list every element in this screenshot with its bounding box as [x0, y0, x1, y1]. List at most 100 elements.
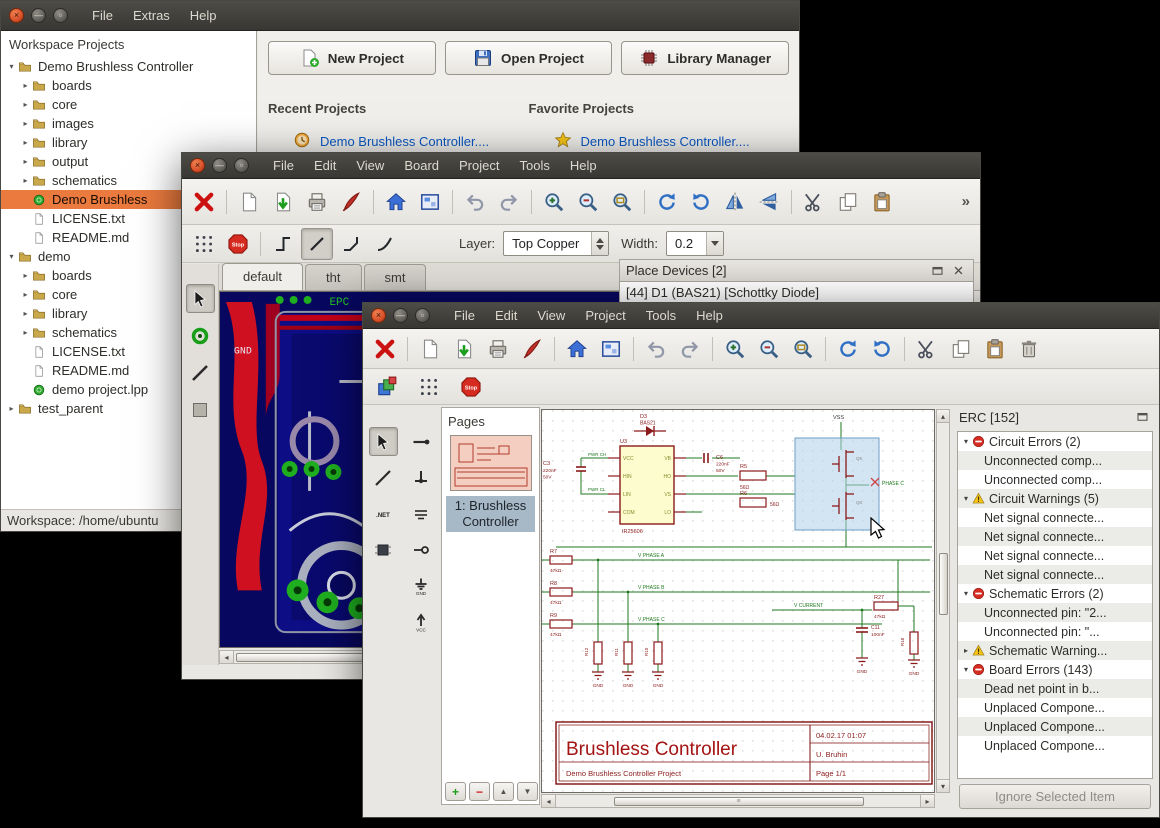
erc-message-row[interactable]: Net signal connecte...: [958, 527, 1152, 546]
erc-message-row[interactable]: Dead net point in b...: [958, 679, 1152, 698]
export-file-button[interactable]: [267, 186, 299, 218]
rotate-cw-button[interactable]: [866, 333, 898, 365]
grid-properties-button[interactable]: [188, 228, 220, 260]
erc-message-row[interactable]: ▾ Circuit Warnings (5): [958, 489, 1152, 508]
tree-expander[interactable]: ▾: [960, 665, 972, 674]
netclass-tool-button[interactable]: [407, 499, 436, 528]
flip-horizontal-button[interactable]: [719, 186, 751, 218]
maximize-window-button[interactable]: ▫: [53, 8, 68, 23]
erc-message-row[interactable]: ▾ Circuit Errors (2): [958, 432, 1152, 451]
new-file-button[interactable]: [233, 186, 265, 218]
schematic-canvas[interactable]: D3 BAS21 VSS U3 IR25606 VCC HIN LIN COM …: [541, 409, 935, 793]
tree-expander[interactable]: ▸: [19, 138, 32, 147]
netlabel-tool-button[interactable]: .NET: [369, 499, 398, 528]
delete-button[interactable]: [1013, 333, 1045, 365]
menu-file[interactable]: File: [82, 8, 123, 23]
redo-button[interactable]: [674, 333, 706, 365]
paste-button[interactable]: [979, 333, 1011, 365]
tree-expander[interactable]: ▸: [19, 81, 32, 90]
menu-edit[interactable]: Edit: [304, 158, 346, 173]
copy-button[interactable]: [945, 333, 977, 365]
stop-button[interactable]: Stop: [222, 228, 254, 260]
menu-edit[interactable]: Edit: [485, 308, 527, 323]
tree-expander[interactable]: ▸: [19, 271, 32, 280]
export-pdf-button[interactable]: [335, 186, 367, 218]
tree-expander[interactable]: ▸: [5, 404, 18, 413]
layer-combobox[interactable]: Top Copper: [503, 231, 610, 256]
close-window-button[interactable]: ×: [371, 308, 386, 323]
erc-message-row[interactable]: Unconnected comp...: [958, 470, 1152, 489]
board-editor-button[interactable]: [414, 186, 446, 218]
vcc-tool-button[interactable]: VCC: [407, 607, 436, 636]
layers-button[interactable]: [371, 371, 403, 403]
rotate-ccw-button[interactable]: [651, 186, 683, 218]
menu-extras[interactable]: Extras: [123, 8, 180, 23]
page-thumbnail[interactable]: [449, 435, 532, 491]
move-page-down-button[interactable]: ▼: [517, 782, 538, 801]
wire-tool-button[interactable]: [407, 427, 436, 456]
menu-board[interactable]: Board: [394, 158, 449, 173]
float-dock-icon[interactable]: [1135, 409, 1151, 425]
cut-button[interactable]: [911, 333, 943, 365]
plane-tool-button[interactable]: [186, 395, 215, 424]
library-manager-button[interactable]: Library Manager: [621, 41, 790, 75]
redo-button[interactable]: [493, 186, 525, 218]
ignore-selected-item-button[interactable]: Ignore Selected Item: [959, 784, 1151, 809]
tree-expander[interactable]: ▸: [19, 119, 32, 128]
menu-help[interactable]: Help: [560, 158, 607, 173]
close-window-button[interactable]: ×: [9, 8, 24, 23]
new-project-button[interactable]: New Project: [268, 41, 436, 75]
tab-tht[interactable]: tht: [305, 264, 362, 290]
tab-smt[interactable]: smt: [363, 264, 427, 290]
grid-properties-button[interactable]: [413, 371, 445, 403]
device-list-item[interactable]: [44] D1 (BAS21) [Schottky Diode]: [620, 282, 973, 303]
junction-tool-button[interactable]: [407, 463, 436, 492]
tree-item[interactable]: ▸ boards: [1, 76, 256, 95]
menu-tools[interactable]: Tools: [509, 158, 559, 173]
scrollbar-thumb[interactable]: ≡: [614, 796, 864, 806]
undo-button[interactable]: [459, 186, 491, 218]
gnd-tool-button[interactable]: GND: [407, 571, 436, 600]
flip-vertical-button[interactable]: [753, 186, 785, 218]
scroll-left-arrow[interactable]: ◂: [542, 795, 556, 807]
recent-project-item[interactable]: Demo Brushless Controller....: [268, 131, 529, 152]
wire-mode-diagonal-button[interactable]: [301, 227, 333, 260]
width-combobox-arrow[interactable]: [705, 232, 723, 255]
favorite-project-item[interactable]: Demo Brushless Controller....: [529, 131, 790, 152]
mosfet-selection[interactable]: Q5 Q6: [794, 437, 880, 531]
tree-expander[interactable]: ▸: [19, 176, 32, 185]
erc-message-row[interactable]: Net signal connecte...: [958, 508, 1152, 527]
trace-tool-button[interactable]: [186, 358, 215, 387]
select-tool-button[interactable]: [368, 427, 398, 456]
wire-mode-bend-button[interactable]: [335, 228, 367, 260]
zoom-out-button[interactable]: [572, 186, 604, 218]
copy-button[interactable]: [832, 186, 864, 218]
maximize-window-button[interactable]: ▫: [234, 158, 249, 173]
erc-message-row[interactable]: Unconnected comp...: [958, 451, 1152, 470]
page-list-item-selected[interactable]: 1: Brushless Controller: [446, 496, 535, 532]
erc-message-row[interactable]: ▾ Board Errors (143): [958, 660, 1152, 679]
board-editor-button[interactable]: [595, 333, 627, 365]
tree-expander[interactable]: ▾: [960, 494, 972, 503]
tree-expander[interactable]: ▾: [960, 589, 972, 598]
scrollbar-thumb[interactable]: [938, 553, 948, 615]
tree-expander[interactable]: ▾: [960, 437, 972, 446]
undo-button[interactable]: [640, 333, 672, 365]
tree-expander[interactable]: ▾: [5, 252, 18, 261]
close-dock-icon[interactable]: [951, 263, 967, 279]
move-page-up-button[interactable]: ▲: [493, 782, 514, 801]
line-tool-button[interactable]: [369, 463, 398, 492]
erc-message-row[interactable]: Unplaced Compone...: [958, 736, 1152, 755]
menu-project[interactable]: Project: [575, 308, 635, 323]
tree-expander[interactable]: ▸: [19, 157, 32, 166]
add-page-button[interactable]: +: [445, 782, 466, 801]
tree-expander[interactable]: ▸: [19, 290, 32, 299]
tree-item[interactable]: ▸ images: [1, 114, 256, 133]
erc-message-row[interactable]: Net signal connecte...: [958, 546, 1152, 565]
minimize-window-button[interactable]: —: [31, 8, 46, 23]
wire-mode-arc-button[interactable]: [369, 228, 401, 260]
tree-item[interactable]: ▸ core: [1, 95, 256, 114]
erc-message-row[interactable]: ▸ Schematic Warning...: [958, 641, 1152, 660]
tree-item[interactable]: ▸ library: [1, 133, 256, 152]
menu-help[interactable]: Help: [686, 308, 733, 323]
